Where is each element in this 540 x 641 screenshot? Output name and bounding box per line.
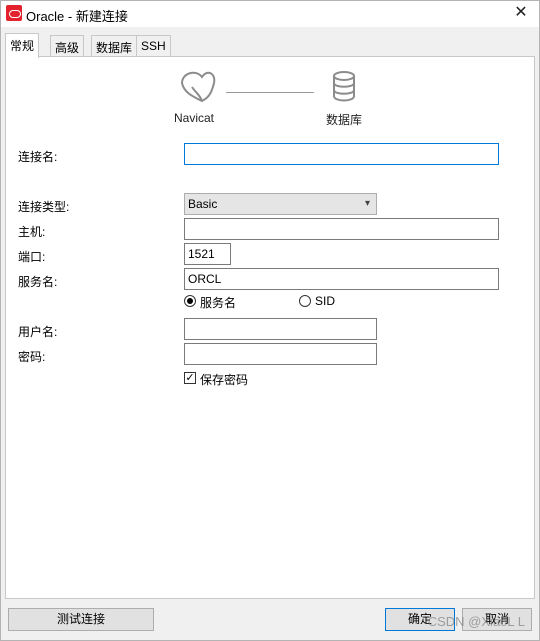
navicat-label: Navicat [174,111,215,125]
connection-name-input[interactable] [184,143,499,165]
sid-radio[interactable] [299,295,311,307]
service-name-radio[interactable] [184,295,196,307]
host-label: 主机: [18,225,46,239]
service-name-label: 服务名: [18,275,58,289]
database-icon [333,71,355,102]
port-input[interactable]: 1521 [184,243,231,265]
service-name-radio-label: 服务名 [200,296,237,310]
tab-advanced[interactable]: 高级 [50,35,85,57]
csdn-watermark: CSDN @XiaoL L [427,614,525,629]
sid-radio-label: SID [315,294,336,308]
tab-general[interactable]: 常规 [5,33,40,58]
chevron-down-icon: ▾ [364,198,370,209]
password-input[interactable] [184,343,377,365]
username-input[interactable] [184,318,377,340]
database-label: 数据库 [326,113,363,127]
test-connection-button[interactable]: 测试连接 [8,608,154,631]
username-label: 用户名: [18,325,58,339]
oracle-app-icon [6,5,22,21]
close-button[interactable]: ✕ [511,3,531,23]
navicat-logo-icon [180,71,216,103]
service-name-input[interactable]: ORCL [184,268,499,290]
save-password-label: 保存密码 [200,373,249,387]
connection-type-value: Basic [188,197,218,211]
connection-type-select[interactable]: Basic ▾ [184,193,377,215]
general-panel: Navicat 数据库 连接名: 连接类型: Basic ▾ 主机: 端口: 1… [5,56,535,599]
port-label: 端口: [18,250,46,264]
window-title: Oracle - 新建连接 [26,9,128,24]
host-input[interactable] [184,218,499,240]
save-password-checkbox[interactable]: ✓ [184,372,196,384]
dialog-window: Oracle - 新建连接 ✕ 常规 高级 数据库 SSH Navicat 数据… [0,0,540,641]
title-bar: Oracle - 新建连接 ✕ [1,1,539,27]
connection-illustration [180,71,355,103]
tab-database[interactable]: 数据库 [91,35,138,57]
password-label: 密码: [18,350,46,364]
connection-type-label: 连接类型: [18,200,70,214]
connection-name-label: 连接名: [18,150,58,164]
tab-ssh[interactable]: SSH [136,35,171,57]
connector-line [226,92,314,93]
